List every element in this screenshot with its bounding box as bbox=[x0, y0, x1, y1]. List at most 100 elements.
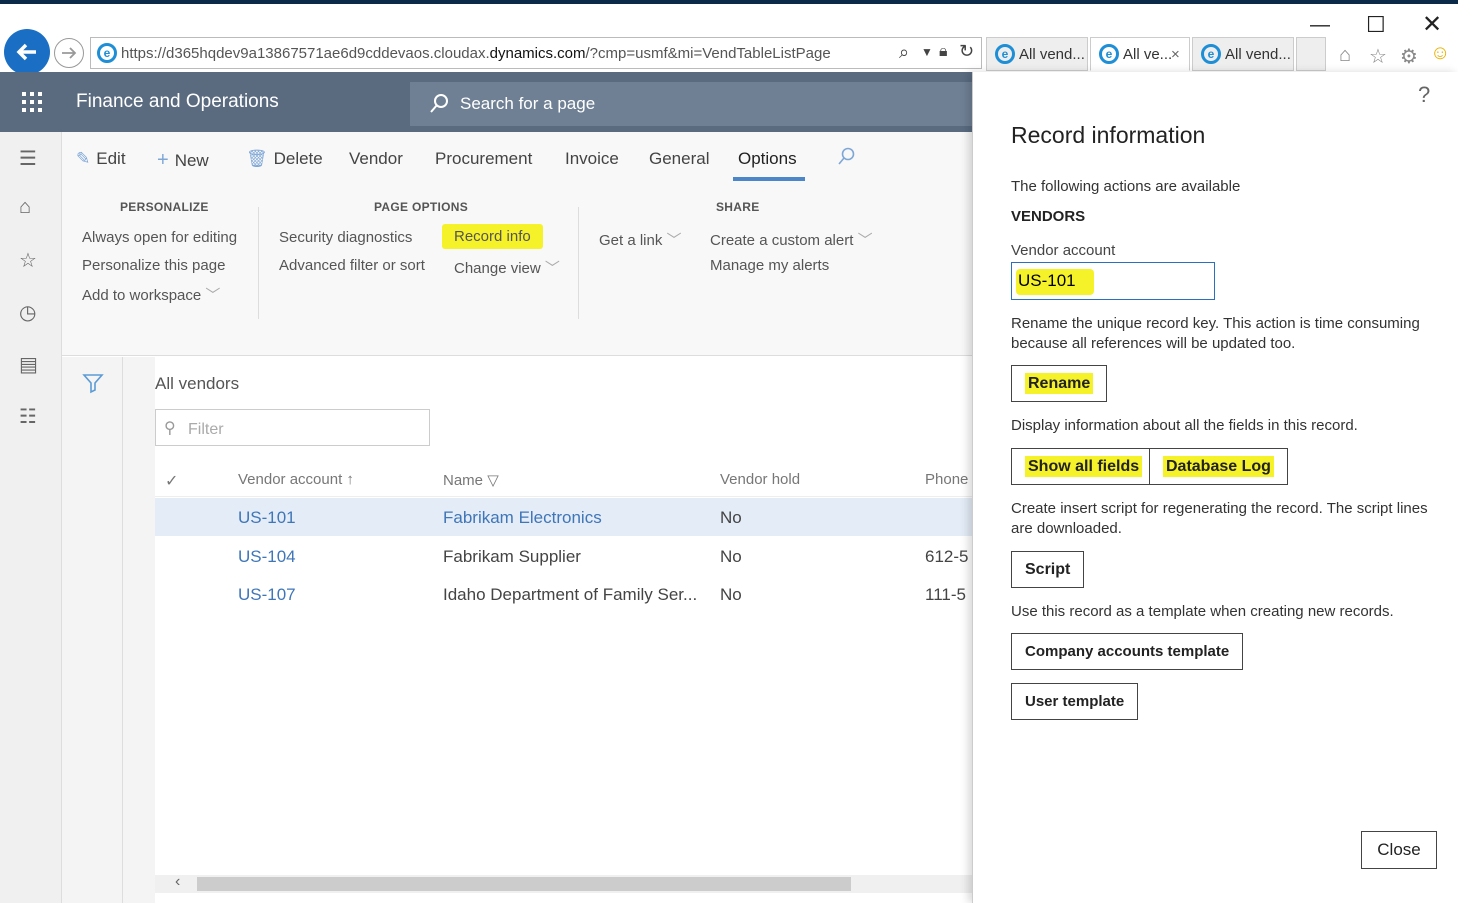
active-tab-underline bbox=[733, 177, 805, 181]
tab-procurement[interactable]: Procurement bbox=[435, 149, 532, 169]
settings-gear-icon[interactable]: ⚙ bbox=[1400, 44, 1418, 69]
trash-icon: 🗑︎ bbox=[246, 149, 268, 168]
tab-vendor[interactable]: Vendor bbox=[349, 149, 403, 169]
help-icon[interactable]: ? bbox=[1418, 82, 1430, 108]
show-all-fields-button[interactable]: Show all fields bbox=[1011, 448, 1157, 485]
scrollbar-thumb[interactable] bbox=[197, 877, 851, 891]
add-to-workspace[interactable]: Add to workspace ﹀ bbox=[82, 284, 220, 305]
minimize-icon[interactable]: — bbox=[1310, 14, 1330, 37]
chevron-down-icon: ﹀ bbox=[544, 260, 560, 277]
vendor-account-link[interactable]: US-101 bbox=[238, 508, 296, 528]
browser-tab-3[interactable]: e All vend... bbox=[1192, 37, 1294, 71]
dropdown-icon[interactable]: ▼ bbox=[921, 45, 933, 59]
lock-icon: 🔒︎ bbox=[939, 43, 948, 60]
page-search-box[interactable]: Search for a page bbox=[410, 82, 972, 126]
horizontal-scrollbar[interactable]: ‹ bbox=[155, 873, 972, 893]
pencil-icon: ✎ bbox=[76, 149, 91, 168]
script-button[interactable]: Script bbox=[1011, 551, 1085, 588]
left-navigation: ☰ ⌂ ☆ ◷ ▤ ☷ bbox=[0, 132, 62, 903]
chevron-down-icon: ﹀ bbox=[666, 232, 682, 249]
favorites-star-icon[interactable]: ☆ bbox=[1369, 44, 1387, 69]
table-row[interactable]: US-107 Idaho Department of Family Ser...… bbox=[155, 575, 972, 613]
personalize-this-page[interactable]: Personalize this page bbox=[82, 257, 225, 274]
favorites-icon[interactable]: ☆ bbox=[19, 248, 37, 273]
browser-tab-1[interactable]: e All vend... bbox=[986, 37, 1088, 71]
column-vendor-hold[interactable]: Vendor hold bbox=[720, 471, 800, 488]
vendor-account-label: Vendor account bbox=[1011, 242, 1116, 259]
vendor-account-link[interactable]: US-104 bbox=[238, 547, 296, 567]
get-a-link[interactable]: Get a link ﹀ bbox=[599, 229, 682, 250]
home-icon[interactable]: ⌂ bbox=[19, 196, 31, 219]
manage-my-alerts[interactable]: Manage my alerts bbox=[710, 257, 829, 274]
forward-button[interactable] bbox=[54, 38, 84, 68]
close-window-icon[interactable]: ✕ bbox=[1422, 10, 1442, 39]
arrow-right-icon bbox=[62, 47, 77, 59]
script-description: Create insert script for regenerating th… bbox=[1011, 500, 1428, 537]
vendor-grid: All vendors ⚲ Filter ✓ Vendor account ↑ … bbox=[155, 357, 972, 903]
search-icon: ⚲ bbox=[164, 420, 176, 437]
filter-pane-icon[interactable] bbox=[82, 372, 104, 394]
table-row[interactable]: US-104 Fabrikam Supplier No 612-5 bbox=[155, 537, 972, 575]
group-header-page-options: PAGE OPTIONS bbox=[374, 200, 469, 214]
maximize-icon[interactable]: ☐ bbox=[1366, 12, 1386, 38]
user-template-button[interactable]: User template bbox=[1011, 683, 1139, 720]
action-search-icon[interactable] bbox=[836, 147, 856, 167]
modules-list-icon[interactable]: ☷ bbox=[19, 404, 37, 429]
create-custom-alert[interactable]: Create a custom alert ﹀ bbox=[710, 229, 873, 250]
search-icon[interactable]: ⌕ bbox=[899, 42, 909, 63]
address-bar[interactable]: e https://d365hqdev9a13867571ae6d9cddeva… bbox=[90, 37, 982, 69]
app-launcher-icon[interactable] bbox=[22, 92, 42, 112]
app-title: Finance and Operations bbox=[76, 91, 279, 112]
vendor-name[interactable]: Fabrikam Electronics bbox=[443, 508, 602, 528]
company-accounts-template-button[interactable]: Company accounts template bbox=[1011, 633, 1244, 670]
sort-ascending-icon: ↑ bbox=[346, 471, 354, 488]
smiley-feedback-icon[interactable]: ☺ bbox=[1430, 42, 1450, 65]
back-button[interactable] bbox=[4, 29, 50, 75]
close-button[interactable]: Close bbox=[1361, 831, 1437, 869]
vendor-phone: 612-5 bbox=[925, 547, 969, 566]
workspaces-icon[interactable]: ▤ bbox=[19, 352, 38, 377]
plus-icon: + bbox=[157, 149, 169, 171]
security-diagnostics[interactable]: Security diagnostics bbox=[279, 229, 412, 246]
grid-filter-input[interactable]: ⚲ Filter bbox=[155, 409, 430, 446]
scroll-left-icon[interactable]: ‹ bbox=[175, 873, 180, 891]
advanced-filter-or-sort[interactable]: Advanced filter or sort bbox=[279, 257, 425, 274]
address-url: https://d365hqdev9a13867571ae6d9cddevaos… bbox=[121, 45, 831, 62]
edit-button[interactable]: ✎ Edit bbox=[76, 149, 126, 169]
vendor-name: Fabrikam Supplier bbox=[443, 547, 581, 566]
vendor-account-field[interactable] bbox=[1011, 262, 1215, 300]
always-open-for-editing[interactable]: Always open for editing bbox=[82, 229, 237, 246]
rename-button[interactable]: Rename bbox=[1011, 365, 1108, 402]
record-info[interactable]: Record info bbox=[442, 224, 543, 249]
column-vendor-account[interactable]: Vendor account ↑ bbox=[238, 471, 354, 488]
browser-tab-2[interactable]: e All ve... × bbox=[1090, 37, 1190, 71]
tab-close-icon[interactable]: × bbox=[1171, 46, 1180, 63]
database-log-button[interactable]: Database Log bbox=[1149, 448, 1288, 485]
column-phone[interactable]: Phone bbox=[925, 471, 968, 488]
rename-description: Rename the unique record key. This actio… bbox=[1011, 315, 1420, 352]
change-view[interactable]: Change view ﹀ bbox=[454, 257, 560, 278]
recent-clock-icon[interactable]: ◷ bbox=[19, 300, 36, 325]
tab-general[interactable]: General bbox=[649, 149, 709, 169]
content-area: All vendors ⚲ Filter ✓ Vendor account ↑ … bbox=[62, 357, 972, 903]
home-icon[interactable]: ⌂ bbox=[1339, 44, 1351, 67]
ie-icon: e bbox=[97, 43, 117, 63]
select-all-checkmark-icon[interactable]: ✓ bbox=[165, 471, 178, 491]
group-header-personalize: PERSONALIZE bbox=[120, 200, 209, 214]
record-information-panel: ? Record information The following actio… bbox=[972, 72, 1458, 903]
grid-title: All vendors bbox=[155, 374, 240, 393]
table-row[interactable]: US-101 Fabrikam Electronics No bbox=[155, 498, 972, 536]
tab-invoice[interactable]: Invoice bbox=[565, 149, 619, 169]
vendor-account-link[interactable]: US-107 bbox=[238, 585, 296, 605]
column-name[interactable]: Name ▽ bbox=[443, 471, 499, 489]
panel-title: Record information bbox=[1011, 122, 1206, 148]
new-button[interactable]: + New bbox=[157, 149, 209, 172]
tab-options[interactable]: Options bbox=[738, 149, 797, 169]
action-pane: ✎ Edit + New 🗑︎ Delete Vendor Procurement I… bbox=[62, 132, 972, 356]
new-tab-button[interactable] bbox=[1296, 37, 1326, 71]
hamburger-menu-icon[interactable]: ☰ bbox=[19, 146, 37, 171]
delete-button[interactable]: 🗑︎ Delete bbox=[246, 149, 323, 169]
group-divider bbox=[258, 207, 259, 319]
refresh-icon[interactable]: ↻ bbox=[959, 41, 974, 62]
ie-icon: e bbox=[995, 44, 1015, 64]
